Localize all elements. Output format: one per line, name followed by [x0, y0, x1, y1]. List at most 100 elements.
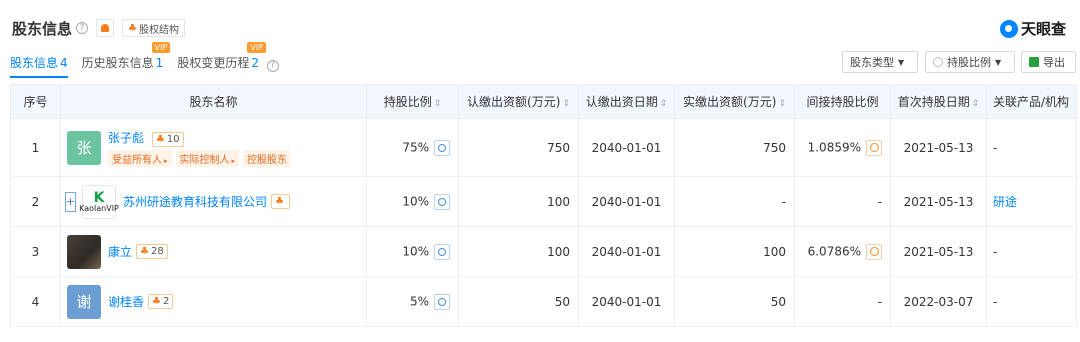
pie-chart-icon[interactable]	[434, 243, 450, 260]
related-cell: -	[986, 118, 1077, 177]
col-label: 首次持股日期	[897, 95, 970, 109]
row-no: 3	[10, 226, 61, 277]
org-structure-badge[interactable]: ♣	[271, 194, 290, 209]
org-chart-icon: ♣	[155, 133, 165, 145]
table-row: 4 谢 谢桂香 ♣ 2 5% 50 2040-01-01 50 - 2022-03…	[10, 276, 1077, 327]
subscribed-cell: 100	[458, 176, 579, 227]
col-label: 实缴出资额(万元)	[683, 95, 777, 109]
tab-count: 2	[251, 56, 259, 70]
tab-label: 股东信息	[10, 56, 59, 70]
col-header-subscribed[interactable]: 认缴出资额(万元) ⇕	[458, 84, 579, 119]
related-cell: -	[986, 276, 1077, 327]
vip-badge: VIP	[151, 42, 171, 53]
org-chart-icon: ♣	[140, 246, 149, 257]
indirect-cell: -	[794, 176, 891, 227]
sort-icon[interactable]: ⇕	[562, 99, 570, 109]
bell-icon[interactable]	[96, 19, 115, 37]
shareholder-name-link[interactable]: 康立	[108, 243, 132, 260]
sort-icon[interactable]: ⇕	[778, 99, 786, 109]
holdings-count: 28	[150, 246, 164, 257]
tab-history-shareholders[interactable]: VIP 历史股东信息 1	[82, 42, 171, 78]
sub-date-cell: 2040-01-01	[578, 276, 675, 327]
pie-chart-icon[interactable]	[434, 193, 450, 210]
tag-label: 实际控制人	[179, 154, 230, 166]
table-row: 3 康立 ♣ 28 10% 100 2040-01-01 100 6.0786% …	[10, 226, 1077, 277]
equity-structure-button[interactable]: ♣ 股权结构	[122, 19, 185, 37]
related-product-link[interactable]: 研途	[993, 195, 1017, 209]
col-header-ratio[interactable]: 持股比例 ⇕	[366, 84, 459, 119]
table-header-row: 序号 股东名称 持股比例 ⇕ 认缴出资额(万元) ⇕ 认缴出资日期 ⇕ 实缴出资额(万…	[10, 84, 1077, 119]
subscribed-cell: 100	[458, 226, 579, 277]
sort-icon[interactable]: ⇕	[434, 99, 442, 109]
help-icon[interactable]: ?	[76, 22, 89, 34]
col-header-indirect: 间接持股比例	[794, 84, 891, 119]
chevron-right-icon: ▸	[231, 156, 236, 165]
shareholder-table: 序号 股东名称 持股比例 ⇕ 认缴出资额(万元) ⇕ 认缴出资日期 ⇕ 实缴出资额(万…	[10, 84, 1077, 327]
ratio-value: 75%	[402, 140, 429, 154]
tag-label: 受益所有人	[112, 154, 162, 166]
pie-chart-icon[interactable]	[434, 293, 450, 310]
col-header-sub-date[interactable]: 认缴出资日期 ⇕	[578, 84, 675, 119]
expand-plus-icon[interactable]: +	[65, 191, 76, 212]
shareholder-name-link[interactable]: 苏州研途教育科技有限公司	[123, 193, 267, 210]
holdings-count: 10	[166, 133, 180, 145]
related-cell: -	[986, 226, 1077, 277]
subscribed-cell: 750	[458, 118, 579, 177]
company-logo: K KaolanVIP	[79, 184, 119, 219]
col-header-name: 股东名称	[60, 84, 367, 119]
row-no: 4	[10, 276, 61, 327]
excel-icon	[1029, 57, 1039, 67]
col-label: 认缴出资额(万元)	[467, 95, 561, 109]
shareholder-cell: 谢 谢桂香 ♣ 2	[60, 276, 367, 327]
avatar-photo	[67, 234, 101, 269]
pie-chart-icon[interactable]	[434, 139, 450, 156]
first-date-cell: 2022-03-07	[890, 276, 987, 327]
paid-cell: -	[674, 176, 795, 227]
caret-down-icon: ▼	[898, 57, 905, 67]
shareholder-cell: 张 张子彪 ♣ 10 受益所有人 ▸ 实际控制人 ▸ 控股股东	[60, 118, 367, 177]
paid-cell: 100	[674, 226, 795, 277]
help-icon[interactable]: ?	[266, 59, 279, 72]
shareholder-name-link[interactable]: 谢桂香	[108, 293, 144, 310]
holding-ratio-dropdown[interactable]: 持股比例 ▼	[925, 51, 1015, 73]
sub-date-cell: 2040-01-01	[578, 176, 675, 227]
shareholder-name-link[interactable]: 张子彪	[108, 131, 144, 145]
shareholder-type-dropdown[interactable]: 股东类型 ▼	[842, 51, 918, 73]
subscribed-cell: 50	[458, 276, 579, 327]
holdings-badge[interactable]: ♣ 28	[136, 244, 168, 259]
col-header-first-date[interactable]: 首次持股日期 ⇕	[890, 84, 987, 119]
tag-actual-controller[interactable]: 实际控制人 ▸	[175, 149, 240, 167]
tab-bar: 股东信息 4 VIP 历史股东信息 1 VIP 股权变更历程 2 ?	[10, 42, 293, 78]
tab-count: 1	[155, 56, 164, 70]
ratio-value: 5%	[409, 294, 429, 308]
dropdown-label: 股东类型	[850, 56, 894, 69]
target-icon[interactable]	[866, 243, 882, 260]
section-title: 股东信息	[12, 19, 73, 38]
shareholder-cell: 康立 ♣ 28	[60, 226, 367, 277]
export-label: 导出	[1043, 56, 1065, 69]
tag-controlling-shareholder[interactable]: 控股股东	[243, 149, 292, 167]
col-header-paid[interactable]: 实缴出资额(万元) ⇕	[674, 84, 795, 119]
tab-count: 4	[60, 56, 68, 70]
table-row: 2 + K KaolanVIP 苏州研途教育科技有限公司 ♣ 10% 100 20…	[10, 176, 1077, 227]
org-chart-icon: ♣	[128, 22, 137, 34]
export-button[interactable]: 导出	[1021, 51, 1076, 73]
avatar: 张	[67, 130, 101, 165]
avatar: 谢	[67, 284, 101, 319]
tab-equity-changes[interactable]: VIP 股权变更历程 2 ?	[177, 42, 279, 78]
row-no: 2	[10, 176, 61, 227]
tag-beneficial-owner[interactable]: 受益所有人 ▸	[108, 149, 172, 167]
ratio-cell: 10%	[366, 176, 459, 227]
holdings-count: 2	[162, 296, 170, 307]
sort-icon[interactable]: ⇕	[972, 99, 980, 109]
holdings-badge[interactable]: ♣ 10	[151, 131, 184, 147]
sub-date-cell: 2040-01-01	[578, 118, 675, 177]
holdings-badge[interactable]: ♣ 2	[148, 294, 174, 309]
logo-letter: K	[93, 189, 105, 206]
target-icon[interactable]	[866, 139, 882, 156]
sort-icon[interactable]: ⇕	[660, 99, 668, 109]
table-row: 1 张 张子彪 ♣ 10 受益所有人 ▸ 实际控制人 ▸ 控股股东 75% 75…	[10, 118, 1077, 177]
help-circle-icon	[933, 57, 943, 67]
tab-shareholders[interactable]: 股东信息 4	[10, 54, 68, 78]
org-chart-icon: ♣	[152, 296, 161, 307]
